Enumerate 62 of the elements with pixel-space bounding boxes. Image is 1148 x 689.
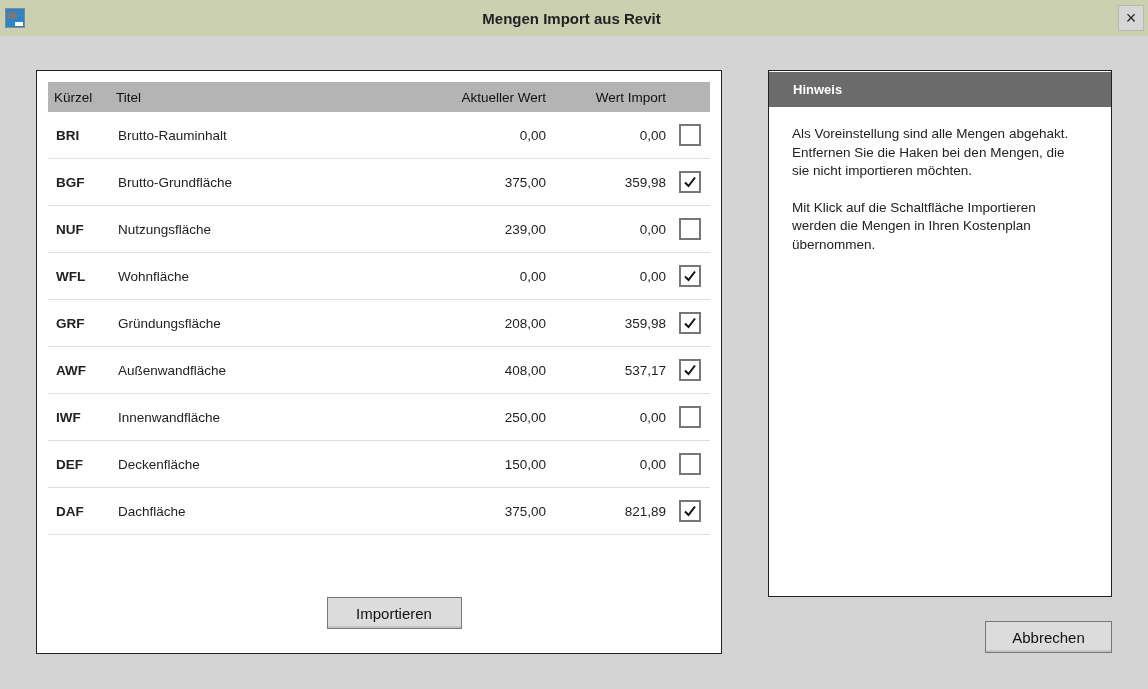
table-cell-text: 375,00	[503, 503, 547, 519]
table-cell-text: 408,00	[503, 362, 547, 378]
table-cell-text: Brutto-Rauminhalt	[117, 127, 228, 143]
column-header: Aktueller Wert	[460, 89, 547, 105]
checkmark-icon	[683, 363, 697, 377]
column-header: Wert Import	[594, 89, 667, 105]
table-cell-text: 537,17	[623, 362, 667, 378]
table-cell-text: 821,89	[623, 503, 667, 519]
table-cell-text: AWF	[55, 362, 87, 378]
table-cell-text: 0,00	[638, 221, 667, 237]
table-cell-text: Innenwandfläche	[117, 409, 222, 425]
table-cell-text: 0,00	[638, 268, 667, 284]
table-cell-text: 150,00	[503, 456, 547, 472]
column-header: Titel	[115, 89, 142, 105]
checkmark-icon	[683, 269, 697, 283]
table-cell-text: DEF	[55, 456, 84, 472]
checkbox[interactable]	[679, 124, 701, 146]
checkmark-icon	[683, 504, 697, 518]
table-cell-text: 0,00	[518, 127, 547, 143]
checkbox[interactable]	[679, 171, 701, 193]
table-cell-text: 0,00	[638, 456, 667, 472]
hint-title: Hinweis	[793, 82, 843, 97]
checkbox[interactable]	[679, 500, 701, 522]
app-icon	[5, 8, 25, 28]
table-cell-text: Gründungsfläche	[117, 315, 222, 331]
close-button[interactable]: ×	[1118, 5, 1144, 31]
table-cell-text: IWF	[55, 409, 82, 425]
table-cell-text: Nutzungsfläche	[117, 221, 213, 237]
import-button[interactable]: Importieren	[326, 597, 462, 629]
table-cell-text: Außenwandfläche	[117, 362, 228, 378]
checkmark-icon	[683, 316, 697, 330]
table-cell-text: WFL	[55, 268, 87, 284]
table-cell-text: GRF	[55, 315, 86, 331]
hint-text: Mit Klick auf die Schaltfläche Importieren werden die Mengen in Ihren Kostenplan übernommen.	[792, 198, 1037, 254]
window-title: Mengen Import aus Revit	[481, 9, 662, 27]
table-cell-text: Brutto-Grundfläche	[117, 174, 234, 190]
checkbox[interactable]	[679, 265, 701, 287]
checkbox[interactable]	[679, 453, 701, 475]
column-header: Kürzel	[53, 89, 94, 105]
table-cell-text: Deckenfläche	[117, 456, 201, 472]
table-cell-text: 208,00	[503, 315, 547, 331]
checkbox[interactable]	[679, 218, 701, 240]
table-cell-text: 375,00	[503, 174, 547, 190]
hint-text: Als Voreinstellung sind alle Mengen abgehakt. Entfernen Sie die Haken bei den Mengen, die sie nicht importieren möchten.	[792, 125, 1070, 180]
table-cell-text: Wohnfläche	[117, 268, 191, 284]
checkbox[interactable]	[679, 406, 701, 428]
table-cell-text: 0,00	[638, 409, 667, 425]
table-cell-text: BGF	[55, 174, 86, 190]
cancel-button[interactable]: Abbrechen	[985, 621, 1112, 653]
checkbox[interactable]	[679, 312, 701, 334]
table-cell-text: 250,00	[503, 409, 547, 425]
table-cell-text: 359,98	[623, 174, 667, 190]
table-cell-text: 239,00	[503, 221, 547, 237]
table-cell-text: DAF	[55, 503, 85, 519]
table-cell-text: 0,00	[518, 268, 547, 284]
table-cell-text: Dachfläche	[117, 503, 187, 519]
table-cell-text: NUF	[55, 221, 85, 237]
table-cell-text: BRI	[55, 127, 81, 143]
checkbox[interactable]	[679, 359, 701, 381]
table-cell-text: 359,98	[623, 315, 667, 331]
table-cell-text: 0,00	[638, 127, 667, 143]
checkmark-icon	[683, 175, 697, 189]
